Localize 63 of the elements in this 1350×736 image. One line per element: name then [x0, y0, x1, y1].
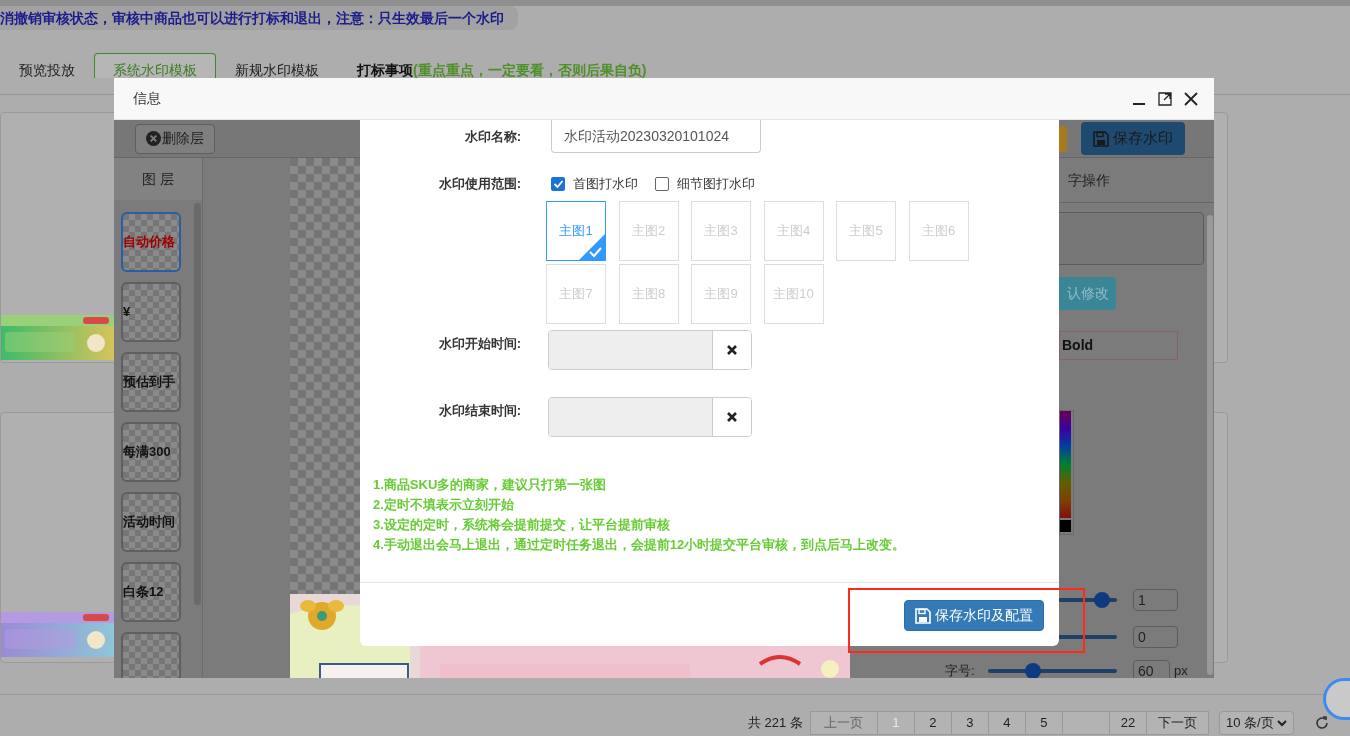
- tab[interactable]: 系统水印模板: [94, 53, 216, 78]
- page-button[interactable]: 4: [987, 711, 1026, 735]
- number-field[interactable]: 0: [1133, 626, 1178, 648]
- layers-header: 图 层: [114, 158, 202, 200]
- date-input[interactable]: [548, 330, 752, 370]
- save-icon: [1093, 130, 1109, 147]
- save-config-button[interactable]: 保存水印及配置: [904, 600, 1044, 631]
- unit-label: px: [1174, 662, 1188, 678]
- page-button[interactable]: 22: [1108, 711, 1147, 735]
- scrollbar[interactable]: [1207, 215, 1213, 675]
- field-label: 水印使用范围:: [437, 175, 521, 194]
- slider-thumb[interactable]: [1025, 663, 1042, 678]
- tab[interactable]: 预览投放: [0, 53, 94, 78]
- date-input[interactable]: [548, 397, 752, 437]
- note-text: 1.商品SKU多的商家，建议只打第一张图: [373, 476, 608, 494]
- next-page-button[interactable]: 下一页: [1145, 711, 1209, 735]
- page-size-select[interactable]: 10 条/页: [1218, 711, 1294, 735]
- save-icon: [915, 607, 931, 624]
- close-icon: [726, 344, 738, 356]
- note-text: 3.设定的定时，系统将会提前提交，让平台提前审核: [373, 516, 671, 534]
- layer-thumbnail[interactable]: 活动时间: [121, 492, 181, 552]
- note-text: 2.定时不填表示立刻开始: [373, 496, 515, 514]
- notice-banner: 消撤销审核状态，审核中商品也可以进行打标和退出，注意：只生效最后一个水印: [0, 6, 518, 30]
- checkbox-option[interactable]: 细节图打水印: [655, 174, 755, 194]
- checkbox[interactable]: [551, 177, 565, 191]
- close-icon[interactable]: [1184, 91, 1198, 106]
- checkbox-option[interactable]: 首图打水印: [551, 174, 638, 194]
- slider-thumb[interactable]: [1094, 592, 1111, 608]
- tab[interactable]: 打标事项(重点重点，一定要看，否则后果自负): [338, 53, 666, 78]
- font-weight-field[interactable]: Bold: [1059, 331, 1178, 360]
- number-field[interactable]: 1: [1133, 589, 1178, 611]
- name-input[interactable]: 水印活动20230320101024: [551, 120, 761, 153]
- field-label: 水印名称:: [463, 127, 521, 146]
- color-picker[interactable]: [1059, 410, 1074, 535]
- note-text: 4.手动退出会马上退出，通过定时任务退出，会提前12小时提交平台审核，到点后马上改变。: [373, 536, 907, 554]
- tab[interactable]: 新规水印模板: [216, 53, 338, 78]
- checkbox[interactable]: [655, 177, 669, 191]
- layer-thumbnail[interactable]: ¥: [121, 282, 181, 342]
- layer-thumbnail[interactable]: 白条12: [121, 562, 181, 622]
- check-icon: [552, 179, 564, 189]
- layer-thumbnail[interactable]: 自动价格: [121, 212, 181, 272]
- page-button[interactable]: 2: [913, 711, 952, 735]
- slider[interactable]: [988, 663, 1117, 678]
- delete-layer-button[interactable]: 删除层: [135, 123, 215, 154]
- dialog-title: 信息: [133, 89, 161, 108]
- close-icon: [726, 411, 738, 423]
- close-circle-icon: [146, 131, 161, 146]
- refresh-icon[interactable]: [1313, 715, 1330, 731]
- confirm-button[interactable]: 认修改: [1059, 277, 1116, 310]
- chevron-down-icon: [1276, 719, 1287, 727]
- maximize-icon[interactable]: [1158, 91, 1172, 106]
- number-field[interactable]: 60: [1133, 660, 1170, 678]
- page-button[interactable]: 5: [1024, 711, 1063, 735]
- page-button[interactable]: 3: [950, 711, 989, 735]
- image-option[interactable]: 主图1: [546, 201, 606, 261]
- layer-thumbnail[interactable]: [121, 632, 181, 678]
- field-label: 水印结束时间:: [437, 402, 521, 420]
- field-label: 水印开始时间:: [437, 335, 521, 353]
- layer-thumbnail[interactable]: 预估到手: [121, 352, 181, 412]
- layer-thumbnail[interactable]: 每满300: [121, 422, 181, 482]
- total-count: 共 221 条: [748, 714, 803, 733]
- field-label: 字号:: [945, 662, 975, 678]
- panel-title: 字操作: [1068, 170, 1110, 190]
